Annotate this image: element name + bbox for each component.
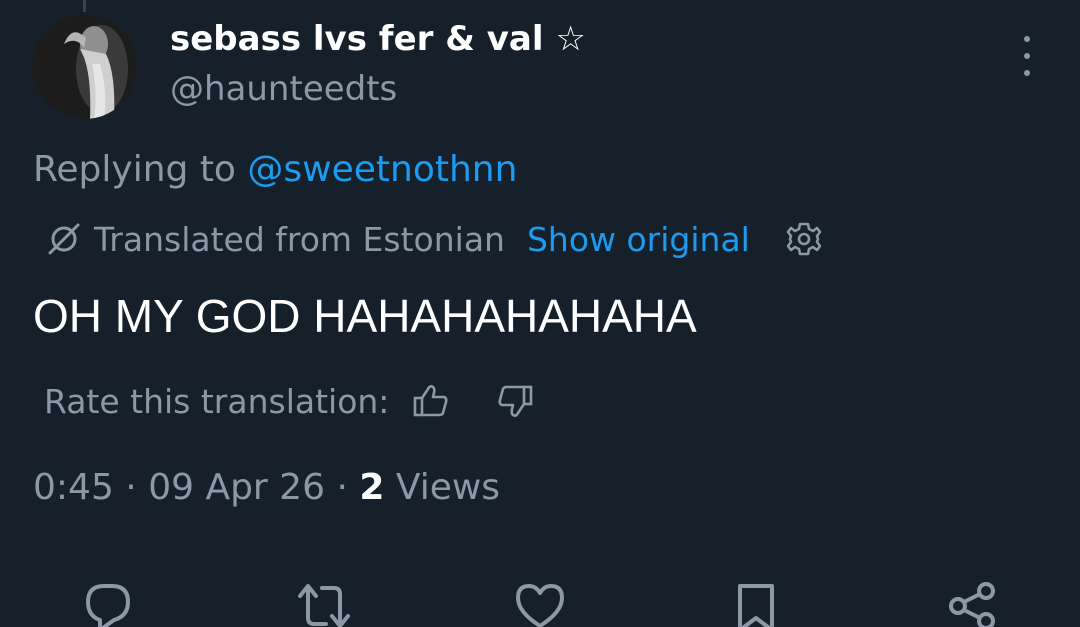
- more-options-button[interactable]: [1010, 36, 1044, 76]
- rate-translation-label: Rate this translation:: [44, 381, 390, 421]
- share-icon: [949, 582, 995, 627]
- bookmark-button[interactable]: [728, 578, 784, 627]
- meta-separator: ·: [336, 467, 348, 508]
- retweet-icon: [298, 584, 350, 627]
- gear-icon[interactable]: [784, 219, 824, 259]
- globe-slash-icon: [48, 223, 80, 255]
- translation-bar: Translated from Estonian Show original: [44, 216, 824, 262]
- avatar[interactable]: [32, 14, 137, 119]
- thumbs-down-icon[interactable]: [495, 381, 535, 421]
- replying-to-label: Replying to: [33, 149, 236, 190]
- retweet-button[interactable]: [296, 578, 352, 627]
- reply-mention-link[interactable]: @sweetnothnn: [247, 149, 517, 190]
- reply-icon: [86, 584, 130, 627]
- more-vertical-icon: [1024, 36, 1030, 42]
- views-count[interactable]: 2: [359, 467, 384, 508]
- tweet-detail-view: sebass lvs fer & val ☆ @haunteedts Reply…: [0, 0, 1080, 627]
- translated-from-label: Translated from Estonian: [94, 219, 505, 259]
- thumbs-up-icon[interactable]: [411, 381, 451, 421]
- tweet-metadata: 0:45 · 09 Apr 26 · 2 Views: [33, 466, 500, 510]
- thread-connector-line: [83, 0, 86, 12]
- tweet-body-text: OH MY GOD HAHAHAHAHAHA: [33, 290, 697, 342]
- rate-translation-bar: Rate this translation:: [44, 378, 535, 424]
- heart-icon: [516, 584, 564, 627]
- replying-to-line: Replying to @sweetnothnn: [33, 148, 517, 192]
- tweet-time: 0:45: [33, 467, 114, 508]
- author-handle[interactable]: @haunteedts: [170, 68, 397, 110]
- avatar-photo: [32, 14, 137, 119]
- reply-button[interactable]: [80, 578, 136, 627]
- author-display-name[interactable]: sebass lvs fer & val ☆: [170, 18, 586, 60]
- tweet-action-bar: [0, 578, 1080, 627]
- share-button[interactable]: [944, 578, 1000, 627]
- like-button[interactable]: [512, 578, 568, 627]
- views-label[interactable]: Views: [396, 467, 500, 508]
- tweet-date: 09 Apr 26: [148, 467, 325, 508]
- show-original-link[interactable]: Show original: [527, 220, 750, 259]
- bookmark-icon: [738, 584, 774, 627]
- meta-separator: ·: [125, 467, 137, 508]
